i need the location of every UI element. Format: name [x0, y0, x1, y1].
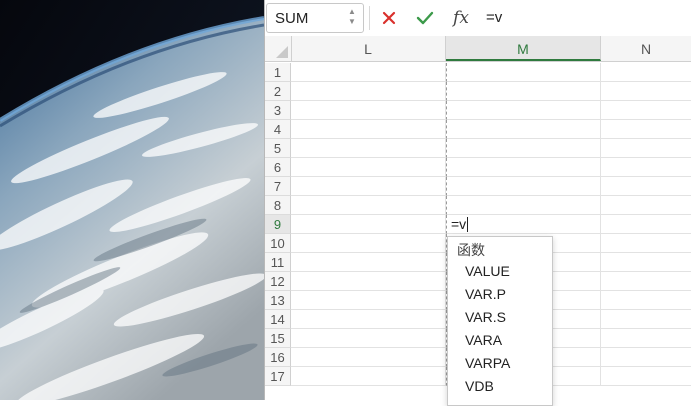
cell-M4[interactable] — [446, 120, 601, 139]
grid-row: 3 — [265, 101, 691, 120]
grid-row: 4 — [265, 120, 691, 139]
cell-N10[interactable] — [601, 234, 691, 253]
cell-L2[interactable] — [291, 82, 446, 101]
cell-L15[interactable] — [291, 329, 446, 348]
cell-N8[interactable] — [601, 196, 691, 215]
cell-N12[interactable] — [601, 272, 691, 291]
row-header[interactable]: 8 — [265, 196, 291, 215]
formula-input[interactable]: =v — [486, 9, 502, 26]
grid-row: 2 — [265, 82, 691, 101]
autocomplete-item[interactable]: VALUE — [465, 260, 549, 282]
cancel-button[interactable] — [376, 6, 402, 30]
insert-function-button[interactable]: fx — [448, 6, 474, 30]
check-icon — [416, 11, 434, 25]
autocomplete-item[interactable]: VAR.P — [465, 283, 549, 305]
cell-N1[interactable] — [601, 63, 691, 82]
enter-button[interactable] — [412, 6, 438, 30]
row-header[interactable]: 1 — [265, 63, 291, 82]
cell-M5[interactable] — [446, 139, 601, 158]
grid-row: 6 — [265, 158, 691, 177]
row-header[interactable]: 16 — [265, 348, 291, 367]
row-header[interactable]: 13 — [265, 291, 291, 310]
formula-bar-divider — [369, 6, 370, 30]
row-header[interactable]: 7 — [265, 177, 291, 196]
cell-L11[interactable] — [291, 253, 446, 272]
name-box[interactable]: SUM ▲ ▼ — [266, 3, 364, 33]
autocomplete-item[interactable]: VAR.S — [465, 306, 549, 328]
up-down-arrows-icon[interactable]: ▲ ▼ — [347, 7, 357, 29]
row-header[interactable]: 10 — [265, 234, 291, 253]
cell-M2[interactable] — [446, 82, 601, 101]
cell-N7[interactable] — [601, 177, 691, 196]
x-icon — [382, 11, 396, 25]
earth-orbit-image — [0, 0, 264, 400]
cell-L14[interactable] — [291, 310, 446, 329]
cell-L13[interactable] — [291, 291, 446, 310]
row-header[interactable]: 14 — [265, 310, 291, 329]
cell-N13[interactable] — [601, 291, 691, 310]
name-box-value: SUM — [275, 10, 309, 27]
active-cell-editor[interactable]: =v — [446, 215, 601, 234]
cell-L7[interactable] — [291, 177, 446, 196]
function-autocomplete-list: 函数 VALUE VAR.P VAR.S VARA VARPA VDB — [447, 236, 553, 406]
row-header[interactable]: 11 — [265, 253, 291, 272]
autocomplete-header: 函数 — [457, 243, 485, 259]
fx-icon: fx — [453, 8, 469, 28]
cell-N5[interactable] — [601, 139, 691, 158]
select-all-corner[interactable] — [265, 36, 292, 61]
cell-N6[interactable] — [601, 158, 691, 177]
cell-L4[interactable] — [291, 120, 446, 139]
cell-L8[interactable] — [291, 196, 446, 215]
cell-M1[interactable] — [446, 63, 601, 82]
row-header[interactable]: 9 — [265, 215, 291, 234]
cell-L16[interactable] — [291, 348, 446, 367]
cell-N9[interactable] — [601, 215, 691, 234]
cell-N17[interactable] — [601, 367, 691, 386]
cell-N2[interactable] — [601, 82, 691, 101]
active-cell-value: =v — [451, 216, 467, 232]
row-header[interactable]: 6 — [265, 158, 291, 177]
cell-L5[interactable] — [291, 139, 446, 158]
row-header[interactable]: 17 — [265, 367, 291, 386]
desktop-wallpaper — [0, 0, 264, 400]
cell-L12[interactable] — [291, 272, 446, 291]
cell-L10[interactable] — [291, 234, 446, 253]
grid-row: 9 =v — [265, 215, 691, 234]
cell-L1[interactable] — [291, 63, 446, 82]
column-header-N[interactable]: N — [601, 36, 691, 61]
row-header[interactable]: 5 — [265, 139, 291, 158]
cell-L9[interactable] — [291, 215, 446, 234]
row-header[interactable]: 4 — [265, 120, 291, 139]
text-caret — [467, 217, 469, 232]
autocomplete-item[interactable]: VARPA — [465, 352, 549, 374]
row-header[interactable]: 3 — [265, 101, 291, 120]
cell-N14[interactable] — [601, 310, 691, 329]
row-header[interactable]: 15 — [265, 329, 291, 348]
grid-row: 5 — [265, 139, 691, 158]
cell-N16[interactable] — [601, 348, 691, 367]
grid-row: 8 — [265, 196, 691, 215]
autocomplete-item[interactable]: VDB — [465, 375, 549, 397]
active-cell-text: =v — [451, 216, 469, 232]
column-header-row: L M N — [265, 36, 691, 62]
cell-M8[interactable] — [446, 196, 601, 215]
cell-L17[interactable] — [291, 367, 446, 386]
row-header[interactable]: 2 — [265, 82, 291, 101]
formula-bar: SUM ▲ ▼ fx =v — [265, 0, 691, 37]
cell-L6[interactable] — [291, 158, 446, 177]
grid-row: 1 — [265, 63, 691, 82]
row-header[interactable]: 12 — [265, 272, 291, 291]
cell-M6[interactable] — [446, 158, 601, 177]
column-header-M[interactable]: M — [446, 36, 601, 61]
grid-row: 7 — [265, 177, 691, 196]
cell-M7[interactable] — [446, 177, 601, 196]
cell-M3[interactable] — [446, 101, 601, 120]
cell-N11[interactable] — [601, 253, 691, 272]
cell-L3[interactable] — [291, 101, 446, 120]
cell-N15[interactable] — [601, 329, 691, 348]
column-header-L[interactable]: L — [291, 36, 446, 61]
cell-N4[interactable] — [601, 120, 691, 139]
cell-N3[interactable] — [601, 101, 691, 120]
autocomplete-item[interactable]: VARA — [465, 329, 549, 351]
